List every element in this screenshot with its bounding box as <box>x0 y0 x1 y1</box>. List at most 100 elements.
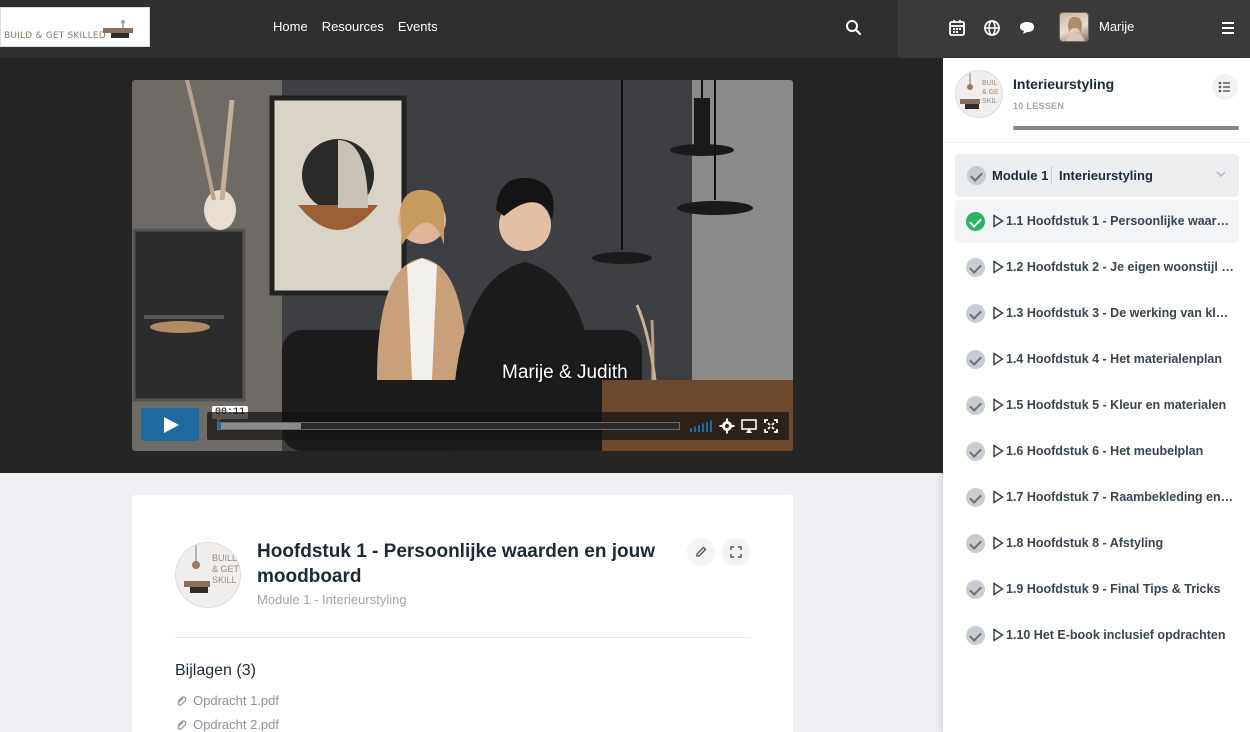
completed-check-icon <box>966 212 985 231</box>
play-outline-icon <box>993 398 1004 412</box>
buffered-fill <box>218 423 301 429</box>
play-outline-icon <box>993 260 1004 274</box>
module-header[interactable]: Module 1 Interieurstyling <box>955 154 1239 197</box>
check-icon <box>966 534 985 553</box>
top-bar: BUILD & GET SKILLED Home Resources Event… <box>0 0 1250 58</box>
globe-icon[interactable] <box>982 18 1002 38</box>
lesson-item-label: 1.3 Hoofdstuk 3 - De werking van kleur <box>1006 306 1234 320</box>
svg-text:BUIL: BUIL <box>982 80 998 87</box>
check-icon <box>966 350 985 369</box>
fullscreen-icon[interactable] <box>763 418 779 434</box>
video-progress-bar[interactable] <box>217 422 680 430</box>
lesson-avatar: BUILD & GET SKILL <box>175 542 241 608</box>
nav-events[interactable]: Events <box>398 19 438 34</box>
lesson-list-toggle-button[interactable] <box>1212 74 1238 100</box>
hamburger-menu-icon[interactable] <box>1218 18 1238 38</box>
expand-icon <box>730 546 742 558</box>
lesson-item[interactable]: 1.9 Hoofdstuk 9 - Final Tips & Tricks <box>955 568 1239 611</box>
attachment-link[interactable]: Opdracht 2.pdf <box>175 717 279 732</box>
lesson-count: 10 LESSEN <box>1013 101 1065 111</box>
check-icon <box>966 304 985 323</box>
course-avatar: BUIL & GE SKIL <box>955 70 1003 118</box>
site-logo[interactable]: BUILD & GET SKILLED <box>0 7 150 47</box>
paperclip-icon <box>177 695 187 706</box>
check-icon <box>966 580 985 599</box>
sidebar-divider <box>943 142 1250 143</box>
chat-icon[interactable] <box>1017 18 1037 38</box>
svg-text:BUILD: BUILD <box>212 553 239 563</box>
course-sidebar: BUIL & GE SKIL Interieurstyling 10 LESSE… <box>943 58 1250 732</box>
play-outline-icon <box>993 352 1004 366</box>
attachment-link[interactable]: Opdracht 1.pdf <box>175 693 279 708</box>
video-player[interactable]: Marije & Judith 00:11 <box>132 80 793 451</box>
lesson-item-label: 1.6 Hoofdstuk 6 - Het meubelplan <box>1006 444 1204 458</box>
lesson-item-label: 1.7 Hoofdstuk 7 - Raambekleding en verli… <box>1006 490 1234 504</box>
lesson-item[interactable]: 1.2 Hoofdstuk 2 - Je eigen woonstijl ont… <box>955 246 1239 289</box>
user-avatar[interactable] <box>1059 12 1089 42</box>
nav-home[interactable]: Home <box>273 19 308 34</box>
video-control-bar <box>207 412 789 440</box>
lesson-item[interactable]: 1.1 Hoofdstuk 1 - Persoonlijke waarden e… <box>955 200 1239 243</box>
lesson-item-label: 1.5 Hoofdstuk 5 - Kleur en materialen <box>1006 398 1227 412</box>
lesson-item-label: 1.2 Hoofdstuk 2 - Je eigen woonstijl ont… <box>1006 260 1234 274</box>
play-outline-icon <box>993 536 1004 550</box>
settings-icon[interactable] <box>719 418 735 434</box>
play-outline-icon <box>993 582 1004 596</box>
lesson-item[interactable]: 1.3 Hoofdstuk 3 - De werking van kleur <box>955 292 1239 335</box>
module-label: Module 1 <box>992 168 1049 183</box>
lesson-item[interactable]: 1.6 Hoofdstuk 6 - Het meubelplan <box>955 430 1239 473</box>
course-title[interactable]: Interieurstyling <box>1013 76 1114 92</box>
nav-resources[interactable]: Resources <box>322 19 384 34</box>
attachment-name[interactable]: Opdracht 1.pdf <box>193 693 279 708</box>
lesson-item-label: 1.4 Hoofdstuk 4 - Het materialenplan <box>1006 352 1223 366</box>
volume-icon[interactable] <box>689 420 713 432</box>
user-name[interactable]: Marije <box>1099 19 1134 34</box>
course-progress-bar <box>1013 126 1239 130</box>
pencil-icon <box>696 546 707 557</box>
search-icon[interactable] <box>844 18 864 38</box>
paperclip-icon <box>177 719 187 730</box>
check-icon <box>966 488 985 507</box>
lesson-item-label: 1.8 Hoofdstuk 8 - Afstyling <box>1006 536 1164 550</box>
edit-button[interactable] <box>687 538 715 566</box>
check-icon <box>966 626 985 645</box>
list-icon <box>1218 81 1230 93</box>
video-frame <box>132 80 793 451</box>
check-icon <box>966 442 985 461</box>
lesson-item-label: 1.1 Hoofdstuk 1 - Persoonlijke waarden e… <box>1006 214 1234 228</box>
lesson-item[interactable]: 1.4 Hoofdstuk 4 - Het materialenplan <box>955 338 1239 381</box>
logo-lamp-icon <box>103 20 133 38</box>
video-caption: Marije & Judith <box>502 362 628 383</box>
svg-text:& GET: & GET <box>212 564 240 574</box>
lesson-item[interactable]: 1.10 Het E-book inclusief opdrachten <box>955 614 1239 657</box>
card-divider <box>175 637 750 638</box>
play-outline-icon <box>993 444 1004 458</box>
attachment-name[interactable]: Opdracht 2.pdf <box>193 717 279 732</box>
play-button[interactable] <box>141 408 199 441</box>
play-outline-icon <box>993 628 1004 642</box>
lesson-item[interactable]: 1.7 Hoofdstuk 7 - Raambekleding en verli… <box>955 476 1239 519</box>
airplay-icon[interactable] <box>741 418 757 434</box>
play-outline-icon <box>993 490 1004 504</box>
lesson-title: Hoofdstuk 1 - Persoonlijke waarden en jo… <box>257 541 656 587</box>
module-check-icon <box>967 166 986 185</box>
check-icon <box>966 396 985 415</box>
lesson-card: BUILD & GET SKILL Hoofdstuk 1 - Persoonl… <box>132 495 793 732</box>
main-nav: Home Resources Events <box>273 19 438 34</box>
chevron-down-icon[interactable] <box>1216 169 1226 179</box>
svg-text:SKIL: SKIL <box>982 98 997 105</box>
lesson-item-label: 1.10 Het E-book inclusief opdrachten <box>1006 628 1226 642</box>
lesson-item-label: 1.9 Hoofdstuk 9 - Final Tips & Tricks <box>1006 582 1221 596</box>
module-separator <box>1051 166 1052 184</box>
play-outline-icon <box>993 214 1004 228</box>
svg-text:& GE: & GE <box>982 89 999 96</box>
calendar-icon[interactable] <box>947 18 967 38</box>
lesson-item[interactable]: 1.8 Hoofdstuk 8 - Afstyling <box>955 522 1239 565</box>
module-name: Interieurstyling <box>1059 168 1153 183</box>
played-fill <box>218 423 221 429</box>
lesson-item[interactable]: 1.5 Hoofdstuk 5 - Kleur en materialen <box>955 384 1239 427</box>
attachments-heading: Bijlagen (3) <box>175 662 256 679</box>
expand-button[interactable] <box>722 538 750 566</box>
check-icon <box>966 258 985 277</box>
logo-text: BUILD & GET SKILLED <box>4 31 106 41</box>
